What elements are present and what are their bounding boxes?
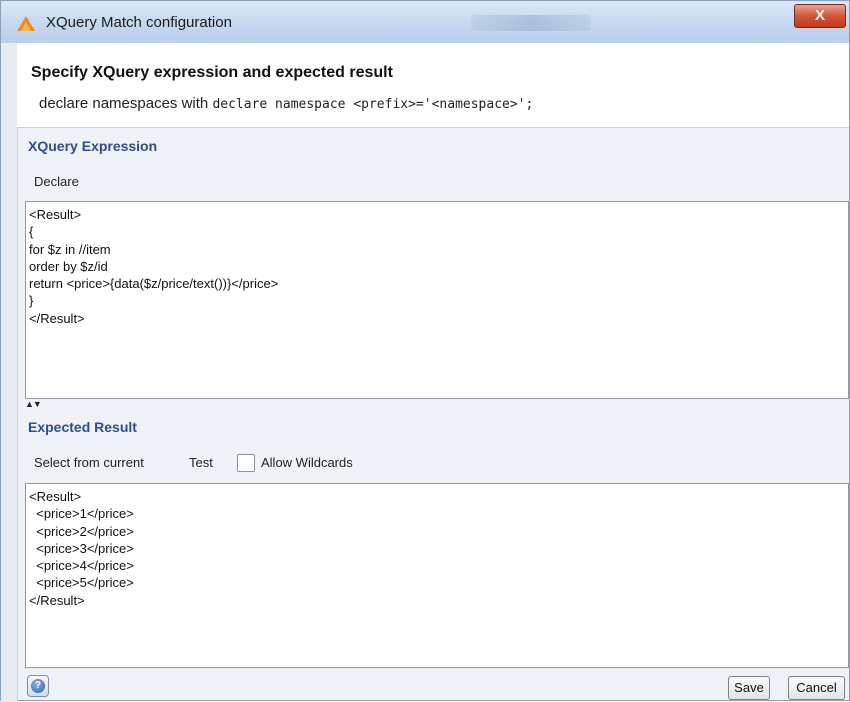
code-line: } xyxy=(29,293,34,309)
code-line: return <price>{data($z/price/text())}</p… xyxy=(29,276,279,292)
header-title: Specify XQuery expression and expected r… xyxy=(31,64,393,81)
allow-wildcards-label[interactable]: Allow Wildcards xyxy=(261,455,353,470)
expression-section-title: XQuery Expression xyxy=(28,138,158,154)
code-line: <price>3</price> xyxy=(29,540,134,556)
allow-wildcards-checkbox[interactable] xyxy=(237,454,255,472)
expected-result-editor[interactable]: <Result> <price>1</price> <price>2</pric… xyxy=(25,483,849,668)
header-description-text: declare namespaces with xyxy=(39,95,213,112)
xquery-expression-editor[interactable]: <Result> {for $z in //item order by $z/id r… xyxy=(25,201,849,399)
code-line: <Result> xyxy=(29,207,82,222)
expression-toolbar: Declare xyxy=(25,167,845,197)
declare-button[interactable]: Declare xyxy=(34,174,79,189)
cancel-button[interactable]: Cancel xyxy=(788,676,845,700)
code-line: <price>1</price> xyxy=(29,506,134,522)
dialog-header: Specify XQuery expression and expected r… xyxy=(17,43,849,128)
left-strip xyxy=(1,43,18,702)
code-line: <price>5</price> xyxy=(29,575,134,591)
dialog-window: XQuery Match configuration X Specify XQu… xyxy=(0,0,850,702)
code-line: </Result> xyxy=(29,592,85,608)
code-line: for $z in //item xyxy=(29,241,111,257)
help-icon: ? xyxy=(31,679,45,693)
code-line: <Result> xyxy=(29,489,82,504)
code-line: <price>4</price> xyxy=(29,558,134,574)
select-from-current-button[interactable]: Select from current xyxy=(34,455,144,470)
header-description: declare namespaces with declare namespac… xyxy=(39,95,533,112)
expected-section-title: Expected Result xyxy=(28,419,137,435)
expected-toolbar: Select from current Test Allow Wildcards xyxy=(25,448,845,478)
code-line: <price>2</price> xyxy=(29,523,134,539)
app-icon xyxy=(17,16,35,31)
code-line: order by $z/id xyxy=(29,258,108,274)
test-button[interactable]: Test xyxy=(189,455,213,470)
header-description-code: declare namespace <prefix>='<namespace>'… xyxy=(212,97,534,112)
background-tab xyxy=(471,15,591,31)
splitter-handle[interactable]: ▲▼ xyxy=(25,399,42,409)
code-line: </Result> xyxy=(29,310,85,326)
window-title: XQuery Match configuration xyxy=(46,14,232,31)
help-button[interactable]: ? xyxy=(27,675,49,697)
close-button[interactable]: X xyxy=(794,4,846,28)
title-bar[interactable]: XQuery Match configuration X xyxy=(1,1,849,44)
button-bar: ? Save Cancel xyxy=(17,671,849,701)
save-button[interactable]: Save xyxy=(728,676,770,700)
code-line: { xyxy=(29,224,34,240)
